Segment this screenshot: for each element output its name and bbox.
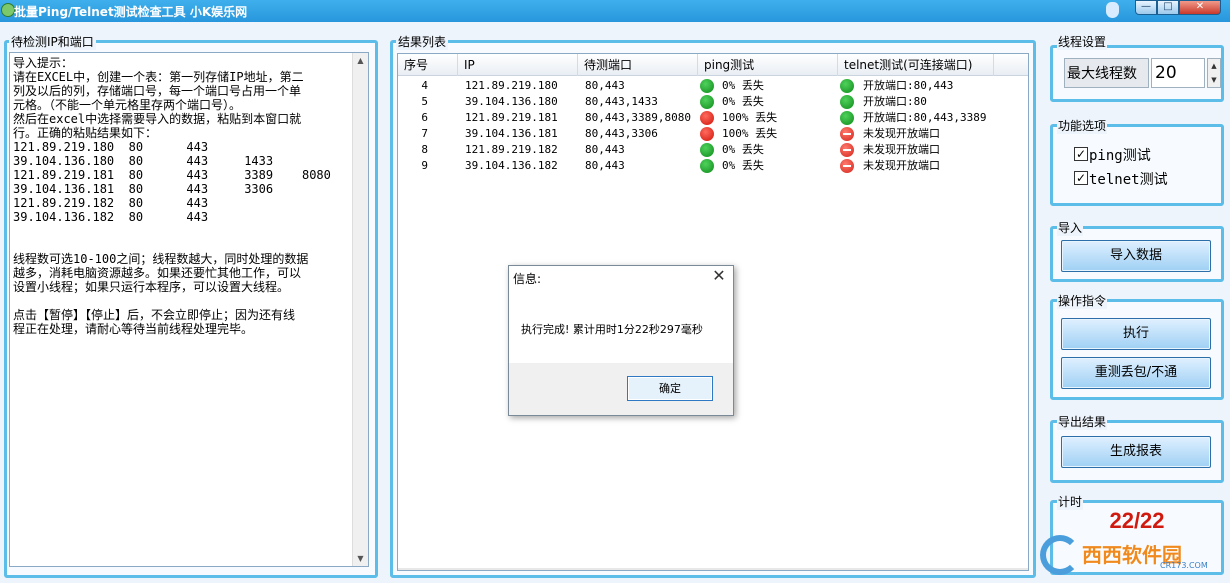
ip-port-text: 导入提示： 请在EXCEL中，创建一个表：第一列存储IP地址，第二 列及以后的列…	[13, 56, 331, 336]
row-ping: 0% 丢失	[722, 143, 764, 156]
column-header-ports[interactable]: 待测端口	[578, 54, 698, 76]
row-ping: 0% 丢失	[722, 159, 764, 172]
ping-status-icon	[700, 143, 714, 157]
app-icon	[1, 3, 15, 17]
telnet-status-icon	[840, 95, 854, 109]
retest-button[interactable]: 重测丢包/不通	[1061, 357, 1211, 389]
row-ip: 121.89.219.182	[465, 143, 558, 156]
close-window-button[interactable]: ✕	[1179, 0, 1221, 15]
table-row[interactable]: 4 121.89.219.180 80,443 0% 丢失 开放端口:80,443	[398, 78, 1028, 94]
import-group-label: 导入	[1057, 219, 1084, 236]
row-ports: 80,443	[585, 159, 625, 172]
operation-group-label: 操作指令	[1057, 292, 1108, 309]
function-group-label: 功能选项	[1057, 117, 1108, 134]
row-ports: 80,443	[585, 79, 625, 92]
watermark-logo: 西西软件园 CR173.COM	[1040, 535, 1220, 575]
row-ports: 80,443,1433	[585, 95, 658, 108]
column-header-no[interactable]: 序号	[398, 54, 458, 76]
row-ip: 121.89.219.181	[465, 111, 558, 124]
thread-group-label: 线程设置	[1057, 33, 1108, 50]
column-header-ping[interactable]: ping测试	[698, 54, 838, 76]
window-title: 批量Ping/Telnet测试检查工具 小K娱乐网	[14, 5, 248, 19]
table-row[interactable]: 9 39.104.136.182 80,443 0% 丢失 未发现开放端口	[398, 158, 1028, 174]
timer-value: 22/22	[1109, 508, 1165, 533]
row-telnet: 开放端口:80,443,3389	[863, 111, 987, 124]
ping-status-icon	[700, 111, 714, 125]
spin-down-icon[interactable]: ▼	[1208, 73, 1220, 87]
row-number: 9	[421, 159, 428, 172]
table-row[interactable]: 5 39.104.136.180 80,443,1433 0% 丢失 开放端口:80	[398, 94, 1028, 110]
row-ip: 39.104.136.182	[465, 159, 558, 172]
row-number: 6	[421, 111, 428, 124]
title-bar: 批量Ping/Telnet测试检查工具 小K娱乐网 — □ ✕	[0, 0, 1230, 22]
execute-button[interactable]: 执行	[1061, 318, 1211, 350]
row-number: 8	[421, 143, 428, 156]
no-entry-icon	[840, 143, 854, 157]
ping-checkbox-label[interactable]: ping测试	[1089, 145, 1151, 165]
row-ping: 100% 丢失	[722, 127, 778, 140]
row-ports: 80,443	[585, 143, 625, 156]
dialog-message: 执行完成! 累计用时1分22秒297毫秒	[521, 323, 703, 336]
import-data-button[interactable]: 导入数据	[1061, 240, 1211, 272]
list-header: 序号 IP 待测端口 ping测试 telnet测试(可连接端口)	[398, 54, 1028, 76]
table-row[interactable]: 6 121.89.219.181 80,443,3389,8080 100% 丢失 开放…	[398, 110, 1028, 126]
row-telnet: 开放端口:80,443	[863, 79, 954, 92]
column-header-telnet[interactable]: telnet测试(可连接端口)	[838, 54, 994, 76]
minimize-button[interactable]: —	[1135, 0, 1157, 15]
thread-count-input[interactable]: 20	[1151, 58, 1205, 88]
list-scrollbar[interactable]	[398, 568, 1028, 570]
result-group-label: 结果列表	[396, 33, 449, 50]
spin-up-icon[interactable]: ▲	[1208, 59, 1220, 73]
ok-button[interactable]: 确定	[627, 376, 713, 401]
row-telnet: 未发现开放端口	[863, 143, 940, 156]
row-telnet: 开放端口:80	[863, 95, 927, 108]
apple-icon	[1106, 2, 1119, 18]
row-ping: 0% 丢失	[722, 79, 764, 92]
dialog-close-icon[interactable]: ✕	[711, 268, 727, 284]
ping-status-icon	[700, 95, 714, 109]
row-number: 5	[421, 95, 428, 108]
telnet-checkbox-label[interactable]: telnet测试	[1089, 169, 1168, 189]
ping-status-icon	[700, 127, 714, 141]
row-number: 4	[421, 79, 428, 92]
input-group-label: 待检测IP和端口	[9, 33, 96, 50]
watermark-circle-icon	[1040, 535, 1080, 575]
export-group-label: 导出结果	[1057, 413, 1108, 430]
telnet-status-icon	[840, 111, 854, 125]
thread-spinner[interactable]: ▲ ▼	[1207, 58, 1221, 88]
row-number: 7	[421, 127, 428, 140]
maximize-button[interactable]: □	[1157, 0, 1179, 15]
row-ping: 100% 丢失	[722, 111, 778, 124]
max-thread-label: 最大线程数	[1064, 58, 1149, 88]
scroll-up-icon[interactable]: ▲	[353, 53, 368, 68]
ip-port-textarea[interactable]: 导入提示： 请在EXCEL中，创建一个表：第一列存储IP地址，第二 列及以后的列…	[9, 52, 369, 567]
no-entry-icon	[840, 127, 854, 141]
table-row[interactable]: 7 39.104.136.181 80,443,3306 100% 丢失 未发现开放端口	[398, 126, 1028, 142]
row-ip: 39.104.136.180	[465, 95, 558, 108]
row-ip: 121.89.219.180	[465, 79, 558, 92]
table-row[interactable]: 8 121.89.219.182 80,443 0% 丢失 未发现开放端口	[398, 142, 1028, 158]
ping-checkbox[interactable]: ✓	[1074, 147, 1088, 161]
row-ports: 80,443,3306	[585, 127, 658, 140]
ping-status-icon	[700, 79, 714, 93]
telnet-status-icon	[840, 79, 854, 93]
textarea-scrollbar[interactable]: ▲ ▼	[352, 53, 368, 566]
telnet-checkbox[interactable]: ✓	[1074, 171, 1088, 185]
no-entry-icon	[840, 159, 854, 173]
row-ports: 80,443,3389,8080	[585, 111, 691, 124]
row-telnet: 未发现开放端口	[863, 127, 940, 140]
row-ip: 39.104.136.181	[465, 127, 558, 140]
info-dialog: 信息: ✕ 执行完成! 累计用时1分22秒297毫秒 确定	[508, 265, 734, 416]
watermark-subtext: CR173.COM	[1160, 561, 1208, 570]
column-header-ip[interactable]: IP	[458, 54, 578, 76]
scroll-down-icon[interactable]: ▼	[353, 551, 368, 566]
row-ping: 0% 丢失	[722, 95, 764, 108]
row-telnet: 未发现开放端口	[863, 159, 940, 172]
dialog-footer: 确定	[509, 363, 733, 415]
generate-report-button[interactable]: 生成报表	[1061, 436, 1211, 468]
ping-status-icon	[700, 159, 714, 173]
function-group-box	[1050, 124, 1224, 206]
dialog-title: 信息:	[513, 272, 542, 286]
